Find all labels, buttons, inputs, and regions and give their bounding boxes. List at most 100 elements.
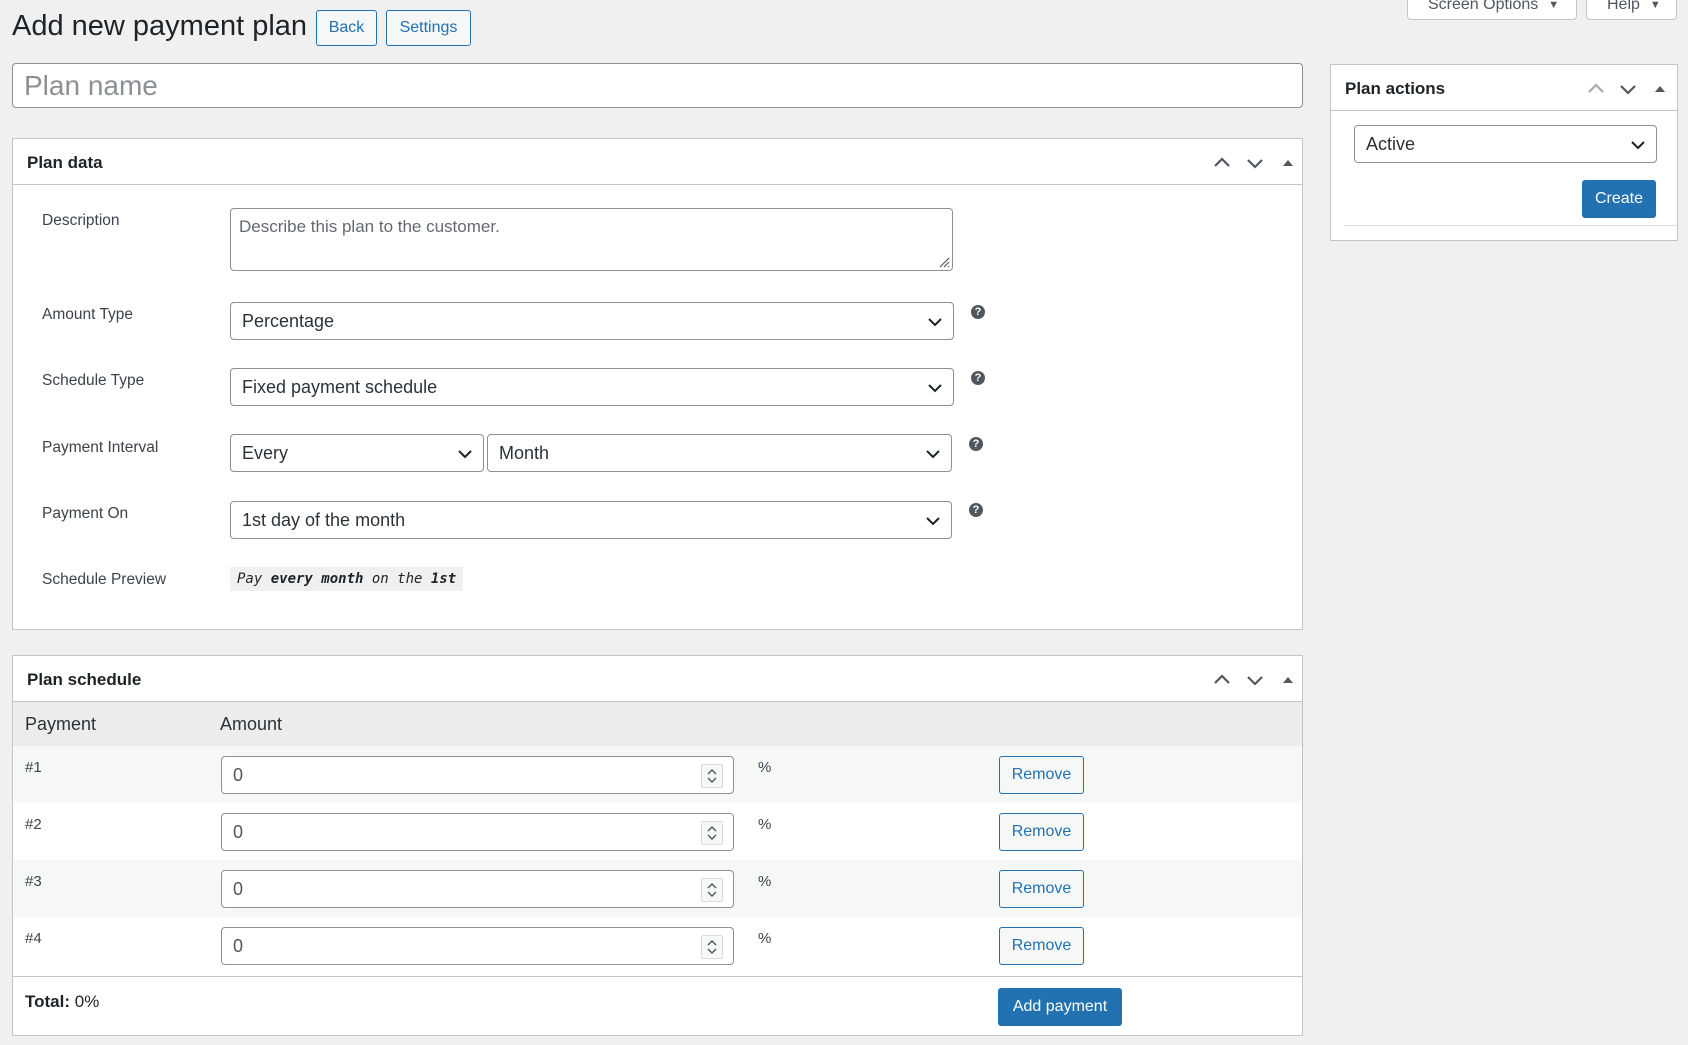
number-spinner-icon[interactable] [701,764,723,788]
move-up-icon[interactable] [1211,669,1233,691]
percent-unit: % [758,873,772,890]
total-value: 0% [70,992,100,1011]
remove-button[interactable]: Remove [999,756,1084,794]
remove-button[interactable]: Remove [999,870,1084,908]
resize-handle-icon[interactable] [938,256,950,268]
help-icon[interactable]: ? [969,437,983,451]
schedule-preview-interval: every month [270,571,364,587]
schedule-type-select[interactable]: Fixed payment schedule [230,368,954,406]
amount-value: 0 [233,878,244,899]
amount-value: 0 [233,821,244,842]
create-button[interactable]: Create [1582,180,1656,218]
toggle-panel-icon[interactable] [1277,152,1299,174]
schedule-type-value: Fixed payment schedule [242,376,438,397]
percent-unit: % [758,930,772,947]
toggle-panel-icon[interactable] [1649,78,1671,100]
caret-down-icon: ▼ [1548,0,1560,11]
screen-options-label: Screen Options [1428,0,1539,13]
plan-data-title: Plan data [27,153,103,172]
plan-status-value: Active [1366,133,1416,154]
amount-value: 0 [233,935,244,956]
table-row: #2 0 % Remove [14,803,1301,860]
move-down-icon[interactable] [1617,78,1639,100]
settings-button[interactable]: Settings [386,10,471,46]
plan-schedule-title: Plan schedule [27,670,142,689]
amount-input[interactable]: 0 [221,870,734,908]
footer-divider [13,976,1302,977]
payment-interval-unit-select[interactable]: Month [487,434,952,472]
move-up-icon[interactable] [1211,152,1233,174]
payment-number: #3 [25,873,42,890]
payment-on-label: Payment On [42,505,129,522]
schedule-table-header: Payment Amount [13,702,1302,746]
amount-value: 0 [233,764,244,785]
payment-on-select[interactable]: 1st day of the month [230,501,952,539]
amount-type-select[interactable]: Percentage [230,302,954,340]
table-row: #4 0 % Remove [14,917,1301,974]
help-icon[interactable]: ? [969,503,983,517]
plan-name-placeholder: Plan name [24,69,158,101]
description-label: Description [42,212,120,229]
plan-schedule-header: Plan schedule [13,656,1302,702]
amount-input[interactable]: 0 [221,813,734,851]
number-spinner-icon[interactable] [701,878,723,902]
chevron-down-icon [926,517,940,526]
payment-interval-every-select[interactable]: Every [230,434,484,472]
help-icon[interactable]: ? [971,305,985,319]
number-spinner-icon[interactable] [701,935,723,959]
table-row: #3 0 % Remove [14,860,1301,917]
schedule-preview-label: Schedule Preview [42,571,167,588]
remove-button[interactable]: Remove [999,813,1084,851]
schedule-preview-code: Pay every month on the 1st [230,567,464,591]
chevron-down-icon [928,318,942,327]
amount-input[interactable]: 0 [221,927,734,965]
caret-down-icon: ▼ [1649,0,1661,11]
amount-type-label: Amount Type [42,306,134,323]
description-textarea[interactable]: Describe this plan to the customer. [230,208,953,271]
move-down-icon[interactable] [1244,669,1266,691]
chevron-down-icon [928,384,942,393]
remove-button[interactable]: Remove [999,927,1084,965]
payment-on-value: 1st day of the month [242,509,406,530]
plan-actions-title: Plan actions [1345,79,1446,98]
number-spinner-icon[interactable] [701,821,723,845]
chevron-down-icon [458,450,472,459]
amount-type-value: Percentage [242,310,335,331]
plan-data-box: Plan data Description Describe this plan… [12,138,1303,630]
payment-interval-label: Payment Interval [42,439,159,456]
percent-unit: % [758,816,772,833]
help-icon[interactable]: ? [971,371,985,385]
chevron-down-icon [926,450,940,459]
back-button[interactable]: Back [316,10,377,46]
schedule-type-label: Schedule Type [42,372,145,389]
payment-number: #2 [25,816,42,833]
help-tab[interactable]: Help ▼ [1586,0,1677,20]
move-down-icon[interactable] [1244,152,1266,174]
plan-name-input[interactable]: Plan name [12,63,1303,108]
add-payment-button[interactable]: Add payment [998,988,1122,1026]
percent-unit: % [758,759,772,776]
actions-divider [1345,225,1677,226]
description-placeholder: Describe this plan to the customer. [239,217,500,236]
total-summary: Total: 0% [25,992,99,1012]
total-label: Total: [25,992,71,1011]
screen-options-tab[interactable]: Screen Options ▼ [1407,0,1577,20]
schedule-preview-day: 1st [430,571,457,587]
plan-actions-header: Plan actions [1331,65,1677,111]
move-up-icon[interactable] [1585,78,1607,100]
payment-interval-unit-value: Month [499,442,550,463]
plan-actions-box: Plan actions Active Create [1330,64,1678,241]
payment-interval-every-value: Every [242,442,289,463]
schedule-preview-text-2: on the [363,571,431,587]
page-title: Add new payment plan [12,10,308,42]
payment-column-header: Payment [25,714,97,734]
plan-data-header: Plan data [13,139,1302,185]
table-row: #1 0 % Remove [14,746,1301,803]
toggle-panel-icon[interactable] [1277,669,1299,691]
payment-number: #1 [25,759,42,776]
amount-input[interactable]: 0 [221,756,734,794]
payment-number: #4 [25,930,42,947]
schedule-preview-text-1: Pay [237,571,271,587]
help-tab-label: Help [1607,0,1640,13]
plan-status-select[interactable]: Active [1354,125,1657,163]
